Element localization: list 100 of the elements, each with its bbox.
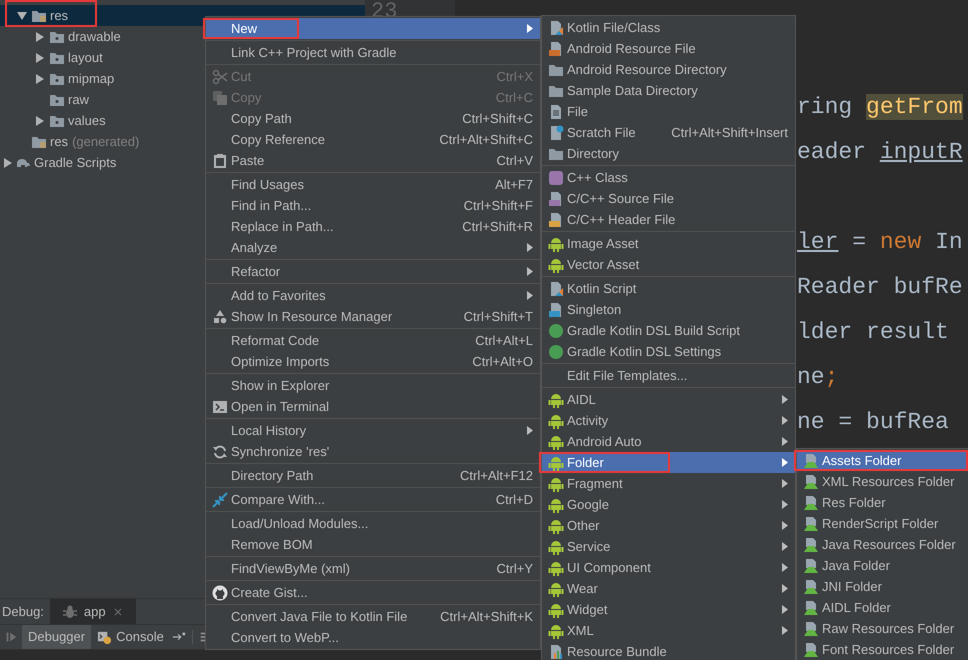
menu-item[interactable]: Create Gist... [206,582,540,603]
robot-icon [548,392,564,408]
menu-item[interactable]: File [542,101,795,122]
menu-item[interactable]: AIDL Folder [797,597,968,618]
menu-item[interactable]: Android Resource Directory [542,59,795,80]
menu-item[interactable]: C/C++ Source File [542,188,795,209]
menu-item[interactable]: Refactor [206,261,540,282]
menu-item[interactable]: Gradle Kotlin DSL Settings [542,341,795,362]
robot-icon [548,454,564,470]
menu-item[interactable]: RenderScript Folder [797,513,968,534]
code-line: ne; [797,363,838,392]
code-line: eader inputR [797,138,963,167]
menu-item[interactable]: Copy Reference Ctrl+Alt+Shift+C [206,129,540,150]
arrows-icon [212,492,228,508]
menu-item[interactable]: Local History [206,420,540,441]
menu-item[interactable]: Singleton [542,299,795,320]
menu-item[interactable]: Scratch File Ctrl+Alt+Shift+Insert [542,122,795,143]
menu-item[interactable]: C++ Class [542,167,795,188]
code-line: ler = new In [797,228,963,257]
menu-item[interactable]: XML [542,620,795,641]
menu-item[interactable]: Resource Bundle [542,641,795,660]
menu-item[interactable]: C/C++ Header File [542,209,795,230]
menu-item[interactable]: Google [542,494,795,515]
menu-item[interactable]: Android Auto [542,431,795,452]
menu-item[interactable]: Convert Java File to Kotlin File Ctrl+Alt+Shift+K [206,606,540,627]
menu-item[interactable]: Font Resources Folder [797,639,968,660]
menu-item[interactable]: Image Asset [542,233,795,254]
menu-item[interactable]: Service [542,536,795,557]
file-icon [548,212,564,228]
robot-icon [548,412,564,428]
robot-icon [548,560,564,576]
expand-arrow-icon[interactable] [35,32,45,42]
menu-item[interactable]: New [206,18,540,39]
menu-item[interactable]: Paste Ctrl+V [206,150,540,171]
file-icon [548,20,564,36]
menu-item[interactable]: Java Folder [797,555,968,576]
menu-item[interactable]: AIDL [542,389,795,410]
menu-item[interactable]: Raw Resources Folder [797,618,968,639]
menu-item[interactable]: Fragment [542,473,795,494]
menu-item[interactable]: Sample Data Directory [542,80,795,101]
menu-item[interactable]: Show In Resource Manager Ctrl+Shift+T [206,306,540,327]
menu-item[interactable]: Optimize Imports Ctrl+Alt+O [206,351,540,372]
expand-arrow-icon[interactable] [35,116,45,126]
collapse-arrow-icon[interactable] [17,10,27,20]
robot-icon [548,496,564,512]
tree-label: values [68,112,106,130]
expand-arrow-icon[interactable] [35,52,45,62]
menu-item[interactable]: Assets Folder [797,450,968,471]
menu-item[interactable]: Java Resources Folder [797,534,968,555]
menu-item[interactable]: Replace in Path... Ctrl+Shift+R [206,216,540,237]
menu-item[interactable]: Show in Explorer [206,375,540,396]
tool-tab[interactable]: Debugger [22,624,92,650]
scissors-icon [212,68,228,84]
menu-item[interactable]: Kotlin Script [542,278,795,299]
shapes-icon [212,308,228,324]
menu-item[interactable]: Kotlin File/Class [542,17,795,38]
menu-item[interactable]: Reformat Code Ctrl+Alt+L [206,330,540,351]
menu-item[interactable]: Android Resource File [542,38,795,59]
menu-item[interactable]: Edit File Templates... [542,365,795,386]
tool-tab[interactable]: Console [91,624,170,650]
menu-item[interactable]: XML Resources Folder [797,471,968,492]
menu-item[interactable]: Activity [542,410,795,431]
panel-title: Debug: [1,602,45,621]
menu-item[interactable]: Other [542,515,795,536]
sync-icon [212,444,228,460]
menu-item[interactable]: JNI Folder [797,576,968,597]
expand-arrow-icon[interactable] [2,158,12,168]
session-tab[interactable]: app [50,599,136,624]
menu-item[interactable]: Widget [542,599,795,620]
menu-item[interactable]: Gradle Kotlin DSL Build Script [542,320,795,341]
copy-icon [212,90,228,106]
menu-item[interactable]: Find Usages Alt+F7 [206,174,540,195]
circle-emblem-icon [212,584,228,600]
menu-item[interactable]: Add to Favorites [206,285,540,306]
menu-item[interactable]: FindViewByMe (xml) Ctrl+Y [206,558,540,579]
menu-item[interactable]: Open in Terminal [206,396,540,417]
menu-item[interactable]: Res Folder [797,492,968,513]
tree-label: drawable [68,28,121,46]
menu-item[interactable]: Analyze [206,237,540,258]
menu-item[interactable]: Wear [542,578,795,599]
menu-item[interactable]: Link C++ Project with Gradle [206,42,540,63]
robot-icon [548,602,564,618]
menu-item[interactable]: Directory [542,143,795,164]
menu-item[interactable]: Synchronize 'res' [206,441,540,462]
menu-item[interactable]: Compare With... Ctrl+D [206,489,540,510]
menu-item[interactable]: Directory Path Ctrl+Alt+F12 [206,465,540,486]
menu-item[interactable]: Find in Path... Ctrl+Shift+F [206,195,540,216]
menu-item[interactable]: Copy Path Ctrl+Shift+C [206,108,540,129]
folder-file-icon [803,452,819,468]
menu-item[interactable]: Remove BOM [206,534,540,555]
menu-item[interactable]: Load/Unload Modules... [206,513,540,534]
menu-item[interactable]: Convert to WebP... [206,627,540,648]
robot-icon [548,434,564,450]
tree-label: layout [68,48,103,67]
folder-file-icon [803,536,819,552]
menu-item[interactable]: Vector Asset [542,254,795,275]
code-line: ne = bufRea [797,408,949,437]
menu-item[interactable]: UI Component [542,557,795,578]
expand-arrow-icon[interactable] [35,74,45,84]
menu-item[interactable]: Folder [542,452,795,473]
